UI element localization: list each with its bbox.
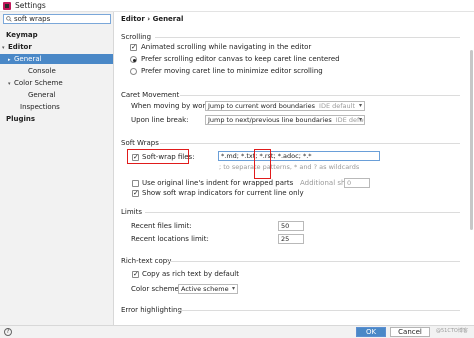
recent-files-label: Recent files limit: bbox=[131, 222, 192, 230]
rich-text-label: Copy as rich text by default bbox=[142, 270, 239, 278]
additional-shift-input[interactable]: 0 bbox=[344, 178, 370, 188]
sidebar-item-editor[interactable]: ▾ Editor bbox=[2, 42, 32, 52]
breadcrumb: Editor › General bbox=[121, 15, 183, 23]
sidebar-item-label: General bbox=[14, 55, 42, 63]
title-bar: Settings bbox=[0, 0, 474, 12]
words-select[interactable]: Jump to current word boundaries IDE defau… bbox=[205, 101, 365, 111]
chevron-down-icon: ▾ bbox=[358, 102, 362, 109]
scrollbar-thumb[interactable] bbox=[470, 50, 473, 230]
sidebar-item-label: Editor bbox=[8, 43, 32, 51]
chevron-down-icon: ▾ bbox=[358, 116, 362, 123]
breadcrumb-current: General bbox=[152, 15, 184, 23]
section-divider bbox=[145, 212, 460, 213]
breadcrumb-parent: Editor bbox=[121, 15, 145, 23]
section-title-error-highlighting: Error highlighting bbox=[121, 306, 182, 314]
color-scheme-label: Color scheme: bbox=[131, 285, 182, 293]
settings-sidebar: Keymap ▾Editor ▸General Console ▾Color S… bbox=[0, 12, 114, 325]
animated-scrolling-checkbox[interactable] bbox=[130, 43, 137, 52]
sidebar-item-color-scheme[interactable]: ▾ Color Scheme bbox=[8, 78, 63, 88]
section-title-soft-wraps: Soft Wraps bbox=[121, 139, 159, 147]
sidebar-item-label: Color Scheme bbox=[14, 79, 63, 87]
original-indent-label: Use original line's indent for wrapped p… bbox=[142, 179, 294, 187]
words-select-value: Jump to current word boundaries bbox=[208, 102, 316, 110]
show-indicators-checkbox[interactable] bbox=[132, 189, 139, 198]
rich-text-checkbox[interactable] bbox=[132, 270, 139, 279]
prefer-caret-label: Prefer moving caret line to minimize edi… bbox=[141, 67, 323, 75]
prefer-canvas-radio[interactable] bbox=[130, 56, 137, 63]
recent-files-input[interactable]: 50 bbox=[278, 221, 304, 231]
soft-wrap-files-input[interactable]: *.md; *.txt; *.rst; *.adoc; *.* bbox=[218, 151, 380, 161]
animated-scrolling-label: Animated scrolling while navigating in t… bbox=[141, 43, 312, 51]
window-title: Settings bbox=[15, 1, 46, 10]
help-icon[interactable]: ? bbox=[4, 328, 12, 336]
sidebar-item-color-scheme-general[interactable]: General bbox=[28, 90, 56, 100]
words-label: When moving by words: bbox=[131, 102, 216, 110]
sidebar-item-general[interactable]: ▸ General bbox=[0, 54, 113, 64]
search-icon bbox=[6, 16, 12, 22]
dialog-footer: ? OK Cancel bbox=[0, 325, 474, 338]
section-title-caret-movement: Caret Movement bbox=[121, 91, 180, 99]
app-icon bbox=[3, 2, 11, 10]
sidebar-item-inspections[interactable]: Inspections bbox=[20, 102, 60, 112]
recent-locations-label: Recent locations limit: bbox=[131, 235, 209, 243]
soft-wrap-files-hint: ; to separate patterns, * and ? as wildc… bbox=[219, 163, 360, 171]
recent-locations-input[interactable]: 25 bbox=[278, 234, 304, 244]
search-box[interactable] bbox=[3, 14, 111, 24]
section-title-limits: Limits bbox=[121, 208, 142, 216]
sidebar-item-console[interactable]: Console bbox=[28, 66, 56, 76]
highlight-box bbox=[127, 149, 189, 164]
sidebar-item-keymap[interactable]: Keymap bbox=[6, 30, 38, 40]
vertical-scrollbar[interactable] bbox=[470, 30, 474, 330]
watermark-text: @51CTO博客 bbox=[436, 328, 468, 334]
line-break-select-value: Jump to next/previous line boundaries bbox=[208, 116, 332, 124]
highlight-box bbox=[254, 149, 271, 179]
sidebar-item-label: General bbox=[28, 91, 56, 99]
section-divider bbox=[160, 143, 460, 144]
section-divider bbox=[167, 261, 460, 262]
color-scheme-select[interactable]: Active scheme ▾ bbox=[178, 284, 238, 294]
show-indicators-label: Show soft wrap indicators for current li… bbox=[142, 189, 304, 197]
section-title-rich-text: Rich-text copy bbox=[121, 257, 172, 265]
section-divider bbox=[177, 310, 460, 311]
line-break-select[interactable]: Jump to next/previous line boundaries IDE… bbox=[205, 115, 365, 125]
original-indent-checkbox[interactable] bbox=[132, 180, 139, 187]
prefer-caret-radio[interactable] bbox=[130, 68, 137, 75]
prefer-canvas-label: Prefer scrolling editor canvas to keep c… bbox=[141, 55, 340, 63]
sidebar-item-label: Plugins bbox=[6, 115, 36, 123]
section-divider bbox=[155, 37, 460, 38]
words-select-hint: IDE default bbox=[319, 102, 355, 110]
color-scheme-select-value: Active scheme bbox=[181, 285, 229, 293]
chevron-down-icon: ▾ bbox=[231, 285, 235, 292]
settings-content: Editor › General Scrolling Animated scro… bbox=[115, 12, 474, 325]
sidebar-item-label: Console bbox=[28, 67, 56, 75]
sidebar-item-label: Inspections bbox=[20, 103, 60, 111]
section-divider bbox=[180, 95, 460, 96]
search-input[interactable] bbox=[14, 15, 109, 23]
section-title-scrolling: Scrolling bbox=[121, 33, 152, 41]
sidebar-item-label: Keymap bbox=[6, 31, 38, 39]
ok-button[interactable]: OK bbox=[356, 327, 386, 337]
line-break-label: Upon line break: bbox=[131, 116, 189, 124]
cancel-button[interactable]: Cancel bbox=[390, 327, 430, 337]
sidebar-item-plugins[interactable]: Plugins bbox=[6, 114, 35, 124]
breadcrumb-separator: › bbox=[147, 15, 151, 23]
